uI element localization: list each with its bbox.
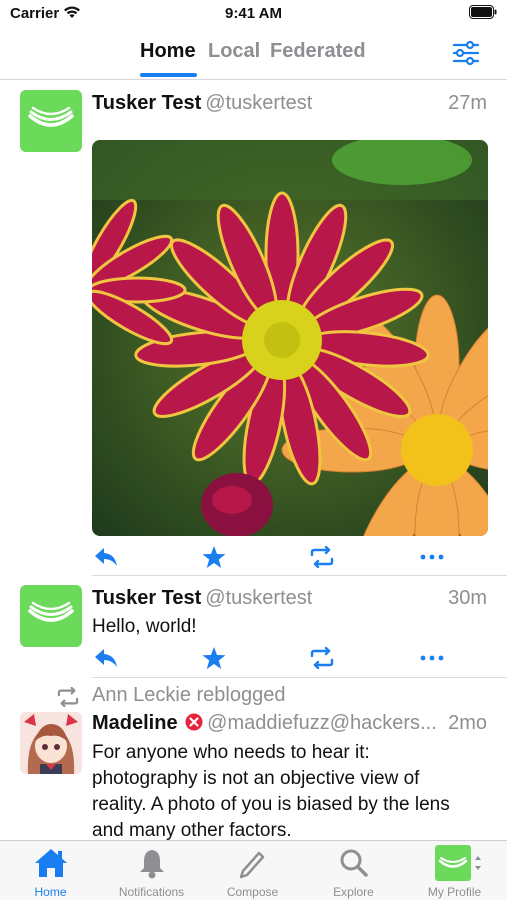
flower-photo — [92, 140, 488, 536]
account-handle: @tuskertest — [205, 587, 313, 609]
reblog-icon — [310, 546, 334, 568]
tusker-logo-icon — [28, 601, 74, 622]
reblog-button[interactable] — [308, 544, 336, 570]
tabbar-item-explore[interactable]: Explore — [303, 841, 404, 900]
reply-icon — [95, 548, 117, 566]
active-tab-indicator — [140, 73, 197, 77]
tabbar-label: Compose — [226, 885, 279, 899]
bell-icon — [101, 847, 202, 879]
battery-icon — [469, 5, 497, 24]
ellipsis-icon — [420, 655, 444, 661]
tabbar-label: Notifications — [118, 885, 185, 899]
account-handle: @tuskertest — [205, 92, 313, 114]
reblog-button[interactable] — [308, 645, 336, 671]
tusker-logo-icon — [28, 106, 74, 127]
tab-federated[interactable]: Federated — [270, 40, 366, 63]
magnifier-icon — [303, 847, 404, 879]
emoji-badge-icon — [185, 713, 203, 731]
post-image-attachment[interactable] — [92, 140, 488, 536]
filter-sliders-button[interactable] — [450, 38, 482, 68]
tabbar-label: Home — [34, 885, 67, 899]
house-icon — [0, 847, 101, 879]
account-handle: @maddiefuzz@hackers... — [207, 712, 437, 734]
avatar[interactable] — [20, 90, 82, 152]
display-name: Tusker Test — [92, 92, 202, 114]
tab-bar: Home Notifications Compose Explore My Pr… — [0, 840, 507, 900]
post-timestamp: 2mo — [448, 712, 487, 734]
favorite-button[interactable] — [200, 544, 228, 570]
reblogged-by-label: Ann Leckie reblogged — [92, 684, 286, 706]
status-cell[interactable]: Ann Leckie reblogged Madeline @maddiefuz… — [0, 678, 507, 840]
post-timestamp: 30m — [448, 587, 487, 609]
star-icon — [202, 647, 226, 669]
avatar[interactable] — [20, 585, 82, 647]
tabbar-item-home[interactable]: Home — [0, 841, 101, 900]
reply-icon — [95, 649, 117, 667]
display-name: Madeline — [92, 712, 178, 734]
tabbar-item-compose[interactable]: Compose — [202, 841, 303, 900]
tabbar-item-notifications[interactable]: Notifications — [101, 841, 202, 900]
more-options-button[interactable] — [418, 544, 446, 570]
reblog-icon — [57, 687, 79, 707]
post-actions — [92, 544, 452, 570]
status-cell[interactable]: Tusker Test @tuskertest 27m — [0, 80, 507, 576]
post-content-line: reality. A photo of you is biased by the… — [92, 794, 450, 815]
anime-avatar-image — [20, 712, 82, 774]
post-author[interactable]: Tusker Test @tuskertest — [92, 587, 312, 610]
star-icon — [202, 546, 226, 568]
tabbar-label: My Profile — [427, 885, 482, 899]
status-bar: Carrier 9:41 AM — [0, 0, 507, 28]
post-content: Hello, world! — [92, 616, 197, 637]
sliders-icon — [452, 40, 480, 66]
favorite-button[interactable] — [200, 645, 228, 671]
status-cell[interactable]: Tusker Test @tuskertest 30m Hello, world! — [0, 576, 507, 678]
tabbar-item-my-profile[interactable]: My Profile — [404, 841, 505, 900]
tab-local[interactable]: Local — [208, 40, 260, 63]
display-name: Tusker Test — [92, 587, 202, 609]
post-timestamp: 27m — [448, 92, 487, 114]
profile-avatar-icon — [404, 845, 505, 881]
post-author[interactable]: Tusker Test @tuskertest — [92, 92, 312, 115]
ellipsis-icon — [420, 554, 444, 560]
post-content-line: For anyone who needs to hear it: — [92, 742, 370, 763]
post-author[interactable]: Madeline @maddiefuzz@hackers... — [92, 712, 437, 735]
pencil-icon — [202, 847, 303, 879]
post-content-line: and many other factors. — [92, 820, 292, 840]
post-content: For anyone who needs to hear it: photogr… — [92, 740, 492, 840]
timeline-selector: Home Local Federated — [0, 28, 507, 80]
status-time: 9:41 AM — [225, 5, 282, 22]
reply-button[interactable] — [92, 645, 120, 671]
post-content-line: photography is not an objective view of — [92, 768, 420, 789]
more-options-button[interactable] — [418, 645, 446, 671]
tabbar-label: Explore — [333, 885, 374, 899]
reply-button[interactable] — [92, 544, 120, 570]
post-actions — [92, 645, 452, 671]
avatar[interactable] — [20, 712, 82, 774]
tab-home[interactable]: Home — [140, 40, 196, 63]
reblog-icon — [310, 647, 334, 669]
